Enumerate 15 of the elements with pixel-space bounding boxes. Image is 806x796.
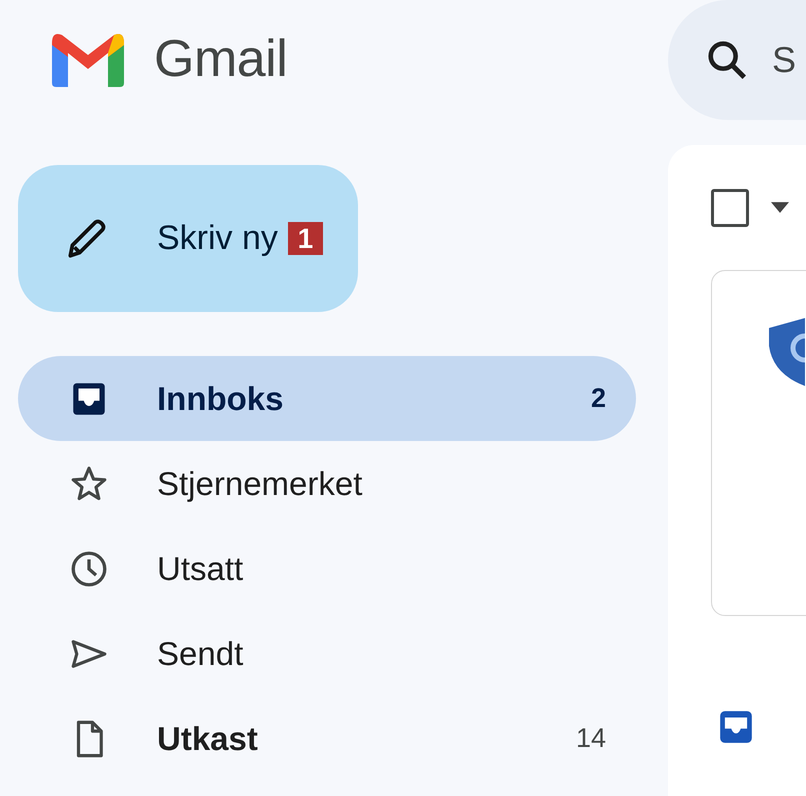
unread-count: 2 [590, 383, 606, 414]
nav-item[interactable]: Stjernemerket [18, 441, 636, 526]
nav-item[interactable]: Innboks 2 [18, 356, 636, 441]
nav-item[interactable]: Sendt [18, 611, 636, 696]
nav-item[interactable]: Utkast 14 [18, 696, 636, 781]
compose-button[interactable]: Skriv ny 1 [18, 165, 358, 312]
app-name: Gmail [154, 29, 288, 89]
nav-item[interactable]: Utsatt [18, 526, 636, 611]
caret-icon[interactable] [771, 202, 789, 213]
search-field[interactable]: S [668, 0, 806, 120]
select-all-checkbox[interactable] [711, 188, 749, 226]
unread-count: 14 [576, 723, 606, 754]
shield-icon [769, 316, 805, 388]
number-badge: 1 [288, 222, 323, 255]
inbox-icon[interactable] [717, 708, 755, 746]
